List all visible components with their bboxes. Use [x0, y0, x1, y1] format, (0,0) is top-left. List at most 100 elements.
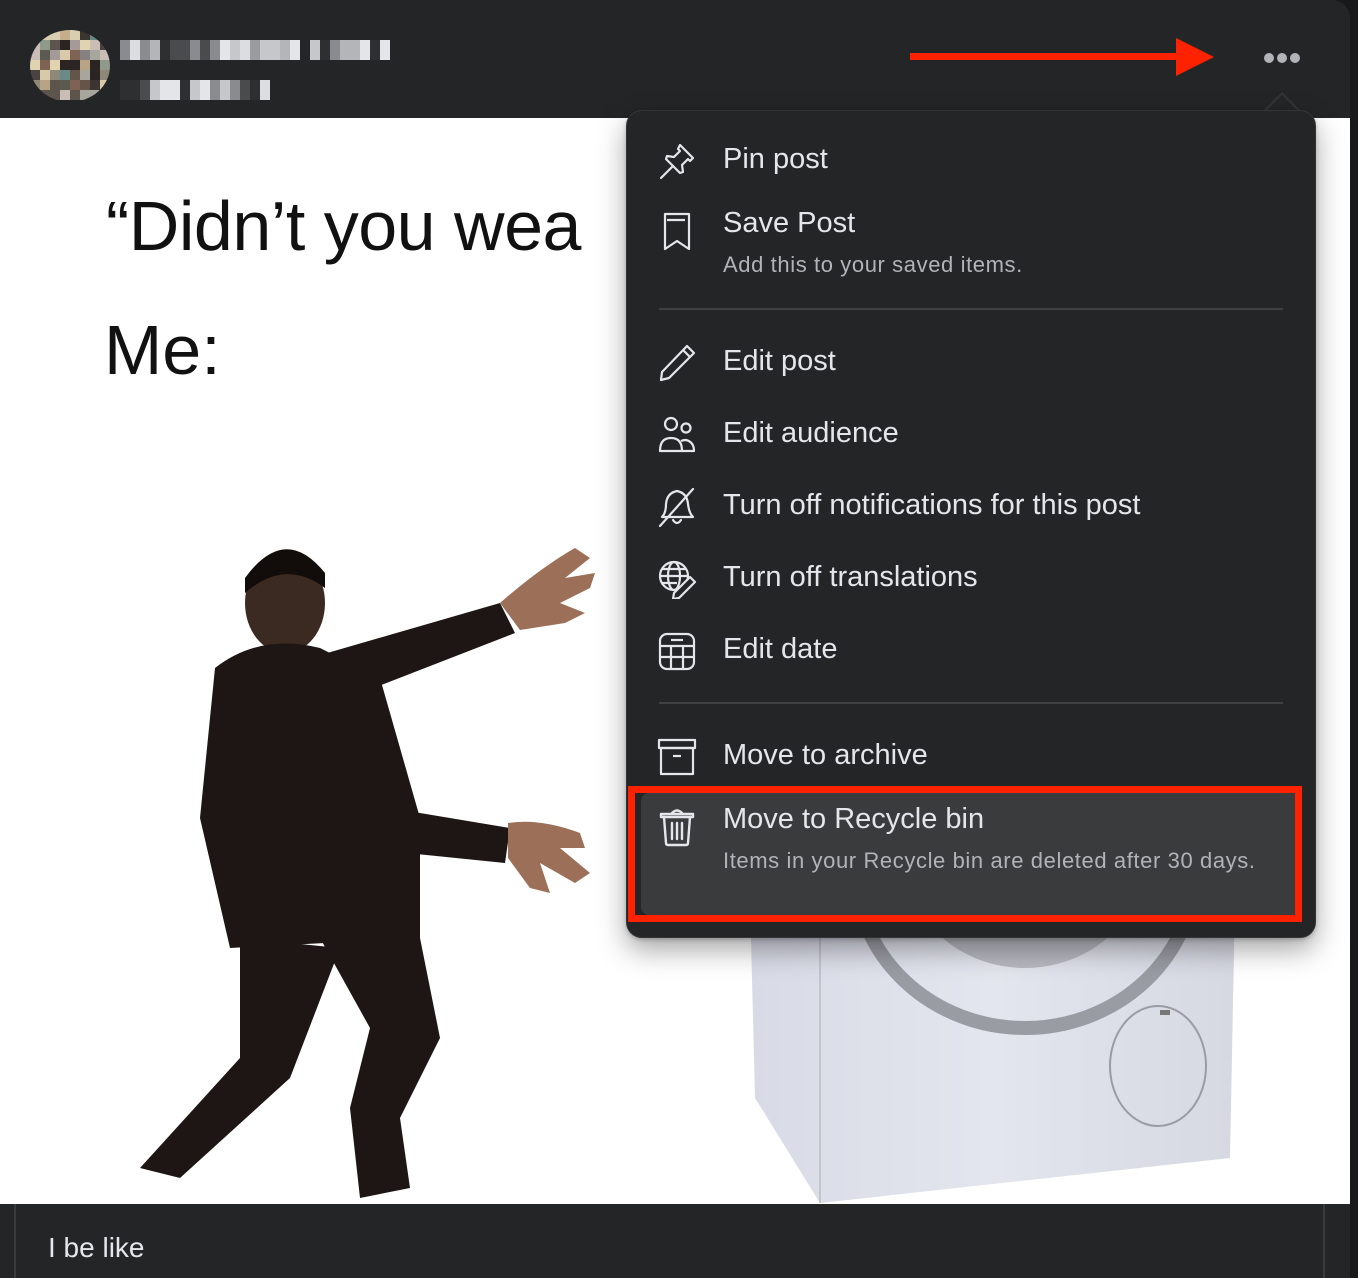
redaction-pixel [220, 80, 230, 100]
avatar-pixel [90, 40, 100, 50]
avatar-pixel [40, 90, 50, 100]
dot-icon [1264, 53, 1274, 63]
people-icon [657, 415, 697, 455]
bell-off-icon [657, 487, 697, 528]
post-options-menu: Pin post Save Post Add this to your save… [626, 110, 1316, 938]
avatar-pixel [100, 50, 110, 60]
washing-machine-image [750, 898, 1235, 1203]
redaction-pixel [250, 40, 260, 60]
avatar-pixel [70, 30, 80, 40]
redaction-pixel [380, 40, 390, 60]
avatar-pixel [90, 30, 100, 40]
redaction-pixel [150, 40, 160, 60]
avatar-pixel [70, 70, 80, 80]
pencil-icon [657, 343, 697, 383]
menu-item-label: Edit audience [723, 417, 899, 449]
meme-text-line2: Me: [104, 311, 221, 389]
redaction-pixel [230, 40, 240, 60]
avatar-pixel [100, 60, 110, 70]
menu-item-turn-off-translations[interactable]: Turn off translations [641, 549, 1301, 611]
avatar-pixel [80, 70, 90, 80]
avatar-pixel [60, 30, 70, 40]
avatar-pixel [60, 70, 70, 80]
redaction-pixel [360, 40, 370, 60]
redaction-pixel [220, 40, 230, 60]
man-in-suit-figure [140, 548, 595, 1198]
menu-item-edit-date[interactable]: Edit date [641, 621, 1301, 683]
menu-item-edit-post[interactable]: Edit post [641, 333, 1301, 395]
redaction-pixel [230, 80, 240, 100]
avatar-pixel [50, 50, 60, 60]
avatar-pixel [40, 80, 50, 90]
menu-item-turn-off-notifications[interactable]: Turn off notifications for this post [641, 477, 1301, 539]
more-options-button[interactable] [1258, 42, 1306, 74]
menu-divider [659, 702, 1283, 704]
pushpin-icon [657, 141, 697, 181]
avatar-pixel [80, 90, 90, 100]
redaction-pixel [240, 40, 250, 60]
menu-item-move-to-recycle-bin[interactable]: Move to Recycle bin Items in your Recycl… [641, 793, 1301, 915]
redaction-pixel [330, 40, 340, 60]
avatar-pixel [100, 30, 110, 40]
avatar-pixel [90, 80, 100, 90]
frame-divider [14, 1204, 16, 1278]
avatar-pixel [50, 90, 60, 100]
author-avatar[interactable] [30, 30, 110, 102]
avatar-pixel [30, 40, 40, 50]
trash-icon [657, 807, 697, 847]
annotation-arrow [910, 38, 1214, 76]
avatar-pixel [70, 90, 80, 100]
redaction-pixel [160, 80, 170, 100]
menu-item-save-post[interactable]: Save Post Add this to your saved items. [641, 199, 1301, 289]
redaction-pixel [130, 80, 140, 100]
menu-item-move-to-archive[interactable]: Move to archive [641, 727, 1301, 789]
menu-caret [1266, 95, 1298, 111]
redaction-pixel [200, 40, 210, 60]
menu-item-pin-post[interactable]: Pin post [641, 131, 1301, 193]
menu-item-edit-audience[interactable]: Edit audience [641, 405, 1301, 467]
redaction-pixel [260, 80, 270, 100]
author-name-blurred[interactable] [120, 40, 390, 60]
redaction-pixel [150, 80, 160, 100]
bookmark-icon [657, 211, 697, 251]
avatar-pixel [50, 60, 60, 70]
avatar-pixel [90, 60, 100, 70]
redaction-pixel [120, 80, 130, 100]
avatar-pixel [70, 80, 80, 90]
avatar-pixel [30, 70, 40, 80]
redaction-pixel [320, 40, 330, 60]
redaction-pixel [170, 40, 180, 60]
avatar-pixel [30, 60, 40, 70]
dot-icon [1277, 53, 1287, 63]
arrow-shaft [910, 53, 1182, 60]
menu-item-description: Items in your Recycle bin are deleted af… [723, 848, 1256, 873]
redaction-pixel [130, 40, 140, 60]
redaction-pixel [140, 80, 150, 100]
avatar-pixel [90, 50, 100, 60]
avatar-pixel [70, 60, 80, 70]
redaction-pixel [170, 80, 180, 100]
redaction-pixel [210, 40, 220, 60]
avatar-pixel [60, 90, 70, 100]
redaction-pixel [180, 40, 190, 60]
redaction-pixel [240, 80, 250, 100]
avatar-pixel [80, 60, 90, 70]
avatar-pixel [40, 70, 50, 80]
avatar-pixel [60, 50, 70, 60]
avatar-pixel [40, 30, 50, 40]
avatar-pixel [80, 50, 90, 60]
post-timestamp-blurred[interactable] [120, 80, 280, 100]
redaction-pixel [120, 40, 130, 60]
arrow-head [1176, 38, 1214, 76]
avatar-pixel [80, 40, 90, 50]
calendar-icon [657, 631, 697, 671]
menu-item-label: Pin post [723, 143, 828, 175]
avatar-pixel [60, 40, 70, 50]
avatar-pixel [30, 80, 40, 90]
avatar-pixel [100, 40, 110, 50]
avatar-pixel [40, 60, 50, 70]
redaction-pixel [210, 80, 220, 100]
globe-pencil-icon [657, 559, 697, 601]
redaction-pixel [250, 80, 260, 100]
avatar-pixel [90, 70, 100, 80]
